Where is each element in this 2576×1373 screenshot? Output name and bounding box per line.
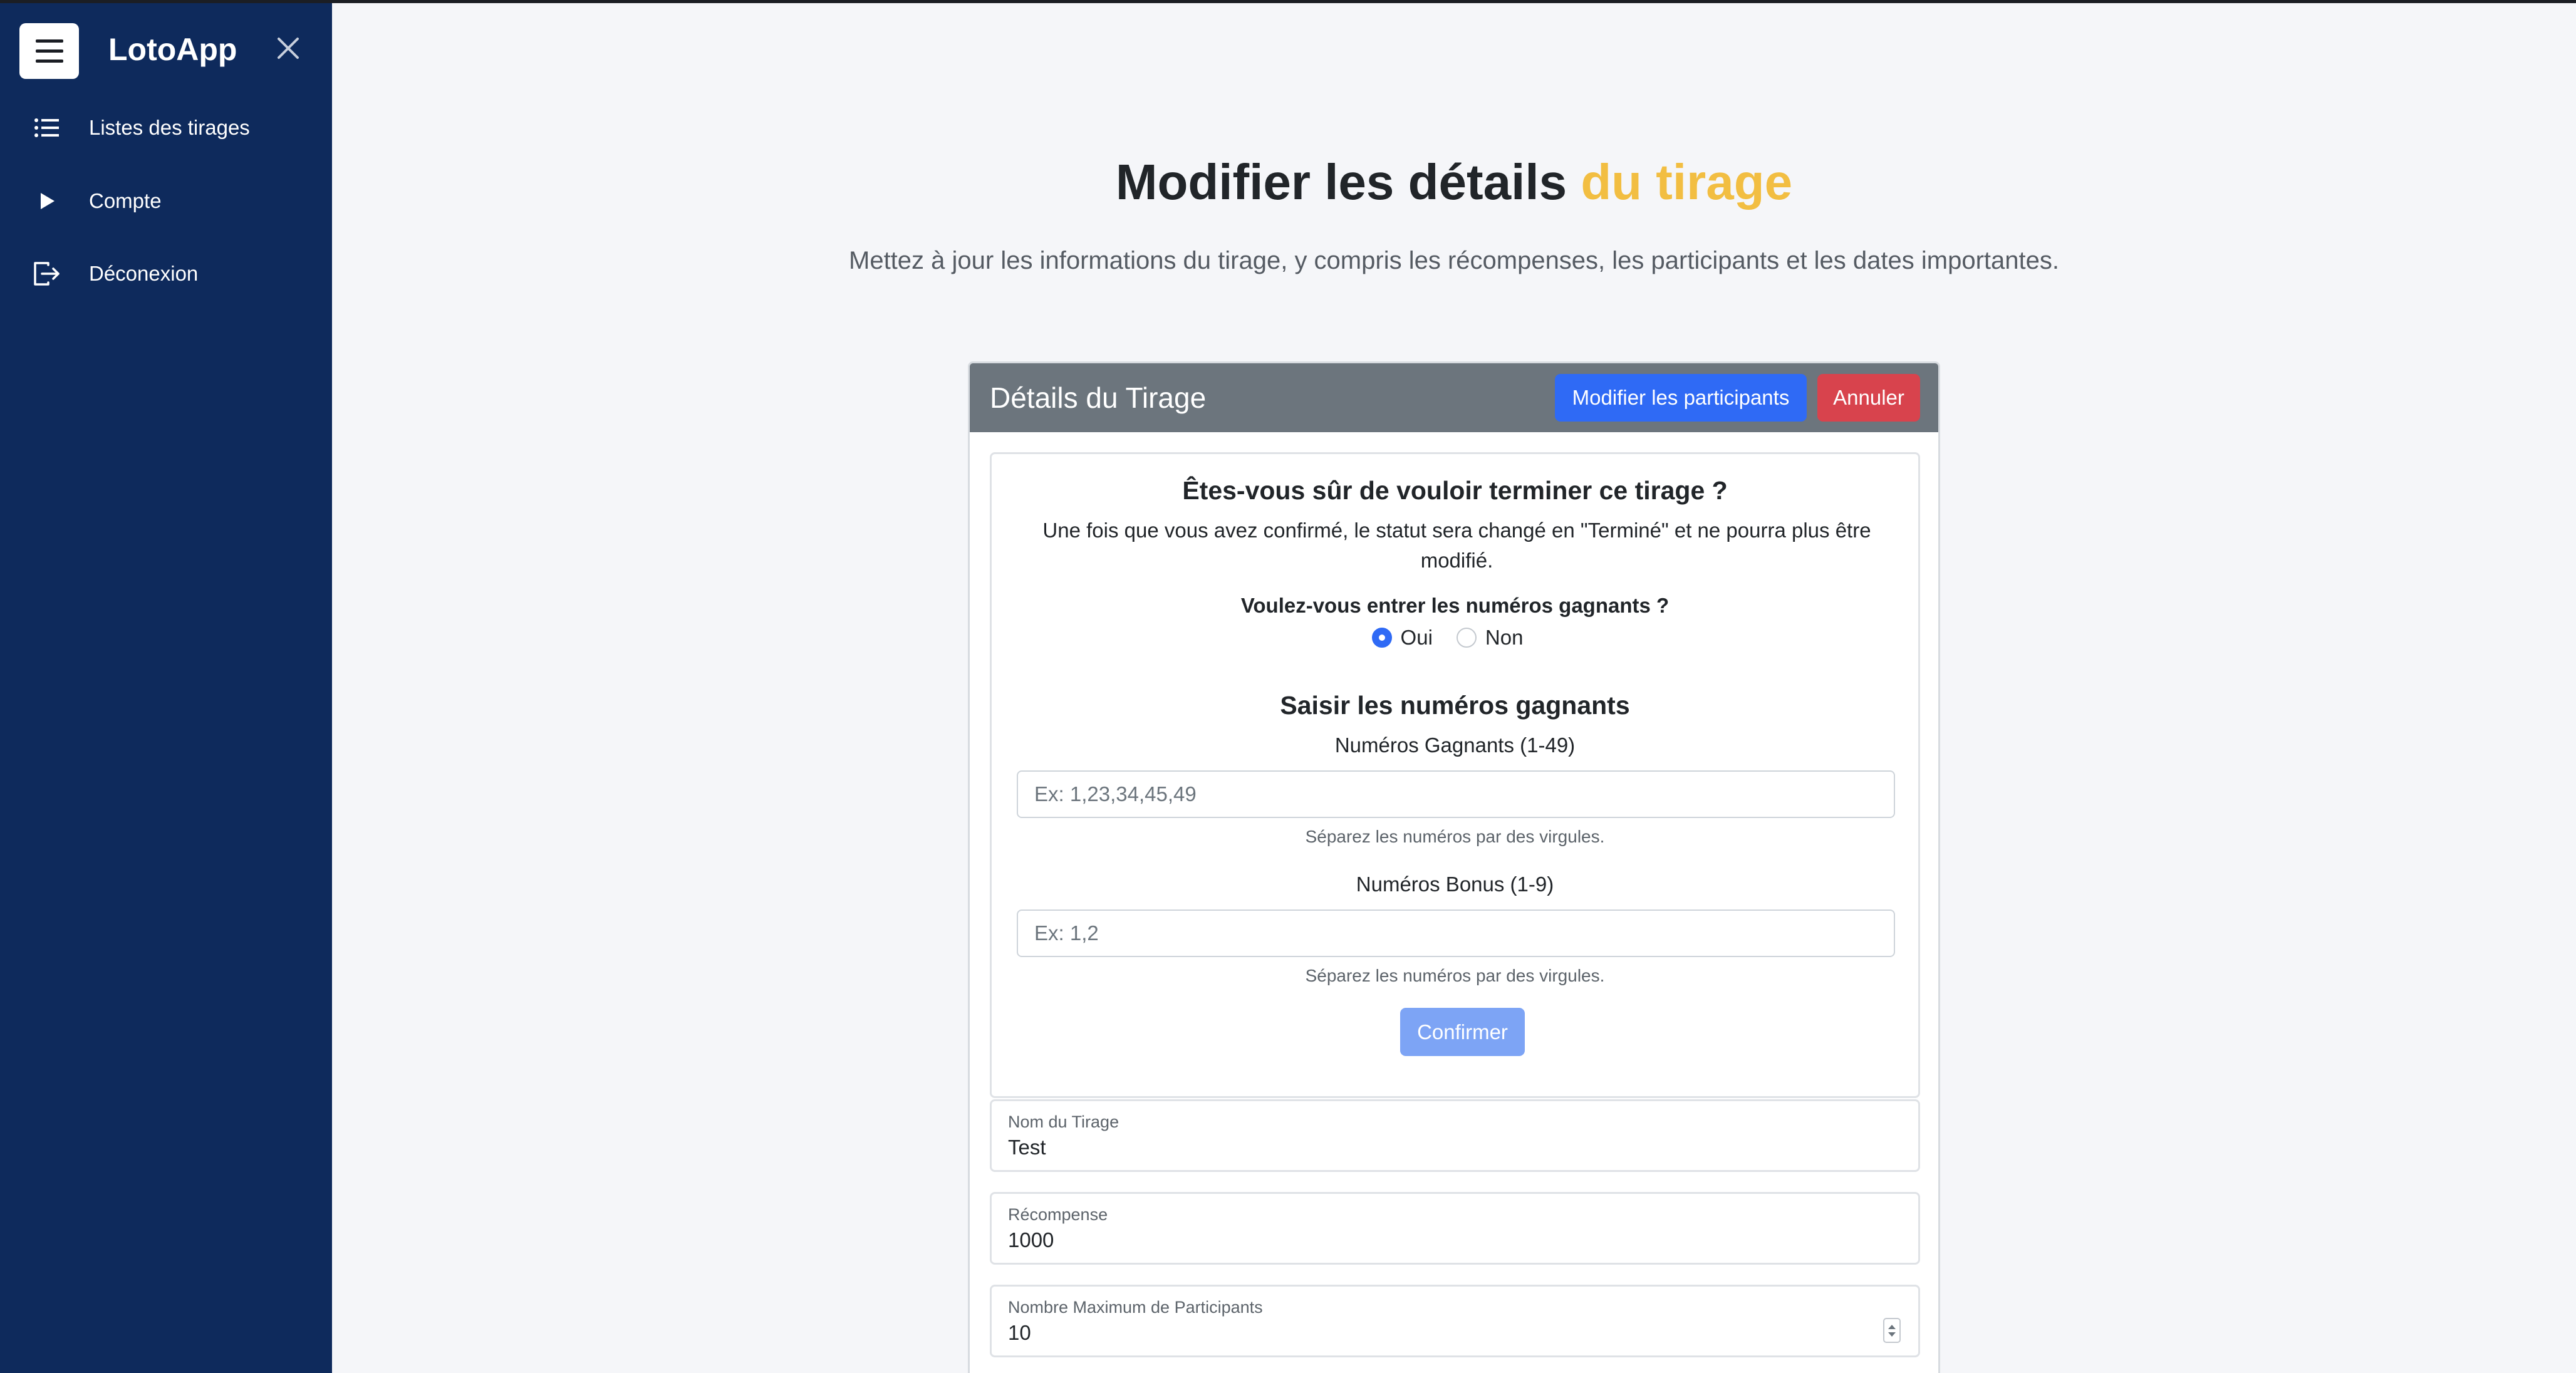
bonus-numbers-label: Numéros Bonus (1-9) [1356,873,1554,896]
number-stepper[interactable] [1883,1318,1901,1343]
page-title-main: Modifier les détails [1115,154,1567,210]
logout-icon [33,259,61,288]
max-participants-field[interactable]: Nombre Maximum de Participants 10 [990,1285,1920,1357]
page-title: Modifier les détails du tirage [332,153,2576,211]
reward-value[interactable]: 1000 [1008,1228,1054,1252]
page-title-accent: du tirage [1581,154,1793,210]
winning-numbers-input[interactable]: Ex: 1,23,34,45,49 [1017,770,1895,818]
radio-no[interactable] [1456,628,1477,648]
hamburger-line [35,60,63,63]
chevron-down-icon[interactable] [1888,1332,1896,1337]
confirm-text: Une fois que vous avez confirmé, le stat… [1042,519,1871,572]
confirm-title: Êtes-vous sûr de vouloir terminer ce tir… [1182,476,1728,505]
hamburger-menu-button[interactable] [19,23,79,79]
yes-no-radio-group: Oui Non [992,626,1918,650]
hamburger-line [35,49,63,53]
bonus-numbers-help: Séparez les numéros par des virgules. [1305,966,1605,985]
reward-field[interactable]: Récompense 1000 [990,1192,1920,1265]
sidebar-item-label: Compte [89,189,162,212]
radio-yes[interactable] [1371,628,1392,648]
sidebar-item-deconexion[interactable]: Déconexion [0,249,332,299]
page-subtitle: Mettez à jour les informations du tirage… [849,247,2059,274]
draw-name-field[interactable]: Nom du Tirage Test [990,1099,1920,1172]
confirm-finish-panel: Êtes-vous sûr de vouloir terminer ce tir… [990,452,1920,1098]
hamburger-line [35,39,63,43]
app-brand: LotoApp [108,32,237,67]
reward-label: Récompense [1008,1205,1108,1224]
card-header: Détails du Tirage Modifier les participa… [970,363,1938,432]
play-icon [33,187,61,215]
list-icon [33,113,61,142]
sidebar-item-label: Déconexion [89,262,199,285]
bonus-numbers-input[interactable]: Ex: 1,2 [1017,909,1895,957]
window-top-border [0,0,2576,3]
card-title: Détails du Tirage [990,381,1207,414]
sidebar-item-compte[interactable]: Compte [0,176,332,226]
sidebar-item-label: Listes des tirages [89,116,250,139]
max-participants-value[interactable]: 10 [1008,1321,1031,1345]
sidebar-item-listes-des-tirages[interactable]: Listes des tirages [0,103,332,153]
chevron-up-icon[interactable] [1888,1324,1896,1329]
winning-numbers-section-title: Saisir les numéros gagnants [1280,691,1630,720]
winning-numbers-question: Voulez-vous entrer les numéros gagnants … [1240,594,1670,617]
winning-numbers-help: Séparez les numéros par des virgules. [1305,827,1605,846]
close-icon[interactable] [274,34,303,63]
cancel-button[interactable]: Annuler [1817,374,1920,422]
draw-details-card: Détails du Tirage Modifier les participa… [968,361,1940,1373]
sidebar: LotoApp Listes des tirages Compte Décone… [0,0,332,1373]
draw-name-label: Nom du Tirage [1008,1112,1119,1131]
radio-yes-label[interactable]: Oui [1401,626,1433,650]
winning-numbers-label: Numéros Gagnants (1-49) [1334,733,1576,757]
confirm-button[interactable]: Confirmer [1400,1008,1525,1056]
draw-name-value[interactable]: Test [1008,1136,1046,1159]
edit-participants-button[interactable]: Modifier les participants [1555,374,1807,422]
max-participants-label: Nombre Maximum de Participants [1008,1298,1263,1317]
radio-no-label[interactable]: Non [1485,626,1524,650]
